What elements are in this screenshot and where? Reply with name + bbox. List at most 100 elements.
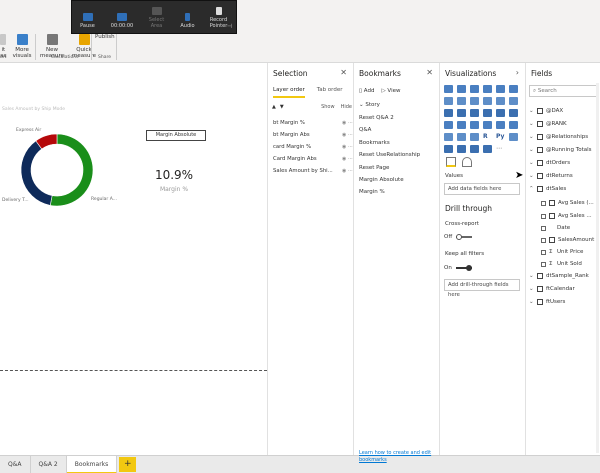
selection-close-icon[interactable]: ✕: [340, 68, 347, 77]
stacked-area-icon[interactable]: [470, 97, 479, 105]
field-checkbox[interactable]: [541, 237, 546, 243]
waterfall-icon[interactable]: [444, 109, 453, 117]
more-visuals-button[interactable]: More visuals: [13, 34, 32, 59]
publish-button[interactable]: Publish: [95, 34, 115, 40]
report-canvas[interactable]: Sales Amount by Ship Mode Express Air De…: [0, 63, 267, 455]
field-sales-amount[interactable]: SalesAmount: [541, 237, 594, 243]
field-table-ftusers[interactable]: ⌄ ftUsers: [529, 299, 565, 305]
field-checkbox[interactable]: [541, 225, 546, 231]
bookmarks-close-icon[interactable]: ✕: [426, 68, 433, 77]
view-bookmark-button[interactable]: ▷ View: [381, 88, 400, 94]
paginated-report-icon[interactable]: [483, 145, 492, 153]
page-tab-qa[interactable]: Q&A: [0, 456, 31, 473]
selection-item[interactable]: Sales Amount by Shi... ◉ ⋯: [273, 168, 353, 174]
field-date[interactable]: Date: [541, 225, 570, 231]
selection-item[interactable]: bt Margin Abs ◉ ⋯: [273, 132, 353, 138]
pin-icon[interactable]: ⊣: [227, 23, 232, 30]
field-table-dax[interactable]: ⌄ @DAX: [529, 108, 563, 114]
fields-scrollbar[interactable]: [596, 83, 599, 453]
field-checkbox[interactable]: [541, 213, 546, 219]
field-checkbox[interactable]: [541, 200, 546, 206]
field-table-relationships[interactable]: ⌄ @Relationships: [529, 134, 588, 140]
ribbon-chart-icon[interactable]: [509, 97, 518, 105]
donut-chart[interactable]: [0, 123, 130, 223]
100-column-icon[interactable]: [509, 85, 518, 93]
kpi-icon[interactable]: [509, 121, 518, 129]
field-avg-sales-2[interactable]: Avg Sales ...: [541, 213, 592, 219]
pie-chart-icon[interactable]: [470, 109, 479, 117]
funnel-icon[interactable]: [457, 121, 466, 129]
fields-well-icon[interactable]: [446, 157, 456, 167]
bookmark-item[interactable]: Margin Absolute: [359, 177, 404, 183]
add-bookmark-button[interactable]: ▯ Add: [359, 88, 374, 94]
python-visual-icon[interactable]: Py: [496, 133, 508, 144]
100-bar-icon[interactable]: [496, 85, 505, 93]
visibility-eye-icon[interactable]: ◉ ⋯: [342, 132, 353, 138]
decomposition-tree-icon[interactable]: [444, 145, 453, 153]
visibility-eye-icon[interactable]: ◉ ⋯: [342, 156, 353, 162]
visibility-eye-icon[interactable]: ◉ ⋯: [342, 168, 353, 174]
qa-icon[interactable]: [457, 145, 466, 153]
donut-slice-0[interactable]: [49, 133, 94, 207]
smart-narrative-icon[interactable]: [470, 145, 479, 153]
field-table-running-totals[interactable]: ⌄ @Running Totals: [529, 147, 592, 153]
pause-button[interactable]: Pause: [72, 13, 103, 29]
visibility-eye-icon[interactable]: ◉ ⋯: [342, 120, 353, 126]
gauge-icon[interactable]: [470, 121, 479, 129]
field-table-dtsales[interactable]: ⌃ dtSales: [529, 186, 566, 192]
treemap-icon[interactable]: [496, 109, 505, 117]
move-down-icon[interactable]: ▼: [280, 104, 284, 110]
matrix-icon[interactable]: [470, 133, 479, 141]
bookmark-item[interactable]: Margin %: [359, 189, 385, 195]
selection-item[interactable]: bt Margin % ◉ ⋯: [273, 120, 353, 126]
field-table-ftcalendar[interactable]: ⌄ ftCalendar: [529, 286, 575, 292]
fields-search-input[interactable]: ⌕ Search: [529, 85, 599, 97]
scatter-icon[interactable]: [457, 109, 466, 117]
line-chart-icon[interactable]: [444, 97, 453, 105]
field-checkbox[interactable]: [541, 261, 546, 267]
hide-all-button[interactable]: Hide: [341, 104, 352, 110]
selection-item[interactable]: Card Margin Abs ◉ ⋯: [273, 156, 353, 162]
bookmark-item[interactable]: Reset Page: [359, 165, 389, 171]
filled-map-icon[interactable]: [444, 121, 453, 129]
chevron-right-icon[interactable]: ›: [516, 68, 519, 77]
multi-row-card-icon[interactable]: [496, 121, 505, 129]
line-column-icon[interactable]: [483, 97, 492, 105]
format-paint-icon[interactable]: [462, 157, 472, 167]
page-tab-qa-2[interactable]: Q&A 2: [31, 456, 67, 473]
clustered-column-icon[interactable]: [483, 85, 492, 93]
donut-chart-icon[interactable]: [483, 109, 492, 117]
bookmark-item[interactable]: Bookmarks: [359, 140, 390, 146]
field-checkbox[interactable]: [541, 249, 546, 255]
field-unit-sold[interactable]: Σ Unit Sold: [541, 261, 582, 267]
keep-filters-toggle[interactable]: On: [444, 265, 472, 271]
field-table-dtorders[interactable]: ⌄ dtOrders: [529, 160, 570, 166]
more-visuals-ellipsis-icon[interactable]: ⋯: [496, 145, 508, 156]
page-tab-bookmarks[interactable]: Bookmarks: [66, 456, 118, 473]
margin-absolute-button[interactable]: Margin Absolute: [146, 130, 206, 141]
map-icon[interactable]: [509, 109, 518, 117]
clustered-bar-icon[interactable]: [470, 85, 479, 93]
add-page-button[interactable]: +: [119, 457, 137, 472]
stacked-column-icon[interactable]: [457, 85, 466, 93]
field-table-dtsample-rank[interactable]: ⌄ dtSample_Rank: [529, 273, 589, 279]
values-drop-zone[interactable]: Add data fields here: [444, 183, 520, 195]
move-up-icon[interactable]: ▲: [272, 104, 276, 110]
learn-bookmarks-link[interactable]: Learn how to create and edit bookmarks: [359, 450, 439, 463]
field-table-dtreturns[interactable]: ⌄ dtReturns: [529, 173, 573, 179]
tab-tab-order[interactable]: Tab order: [317, 87, 343, 98]
table-icon[interactable]: [457, 133, 466, 141]
visibility-eye-icon[interactable]: ◉ ⋯: [342, 144, 353, 150]
bookmark-item[interactable]: Q&A: [359, 127, 371, 133]
stacked-bar-icon[interactable]: [444, 85, 453, 93]
bookmark-item[interactable]: Reset UseRelationship: [359, 152, 420, 158]
field-table-rank[interactable]: ⌄ @RANK: [529, 121, 567, 127]
show-all-button[interactable]: Show: [321, 104, 335, 110]
field-unit-price[interactable]: Σ Unit Price: [541, 249, 583, 255]
select-area-button[interactable]: Select Area: [141, 7, 172, 29]
tab-layer-order[interactable]: Layer order: [273, 87, 305, 98]
bookmark-item[interactable]: Reset Q&A 2: [359, 115, 394, 121]
donut-slice-1[interactable]: [20, 140, 53, 206]
card-icon[interactable]: [483, 121, 492, 129]
bookmark-group-story[interactable]: ⌄ Story: [359, 102, 380, 108]
